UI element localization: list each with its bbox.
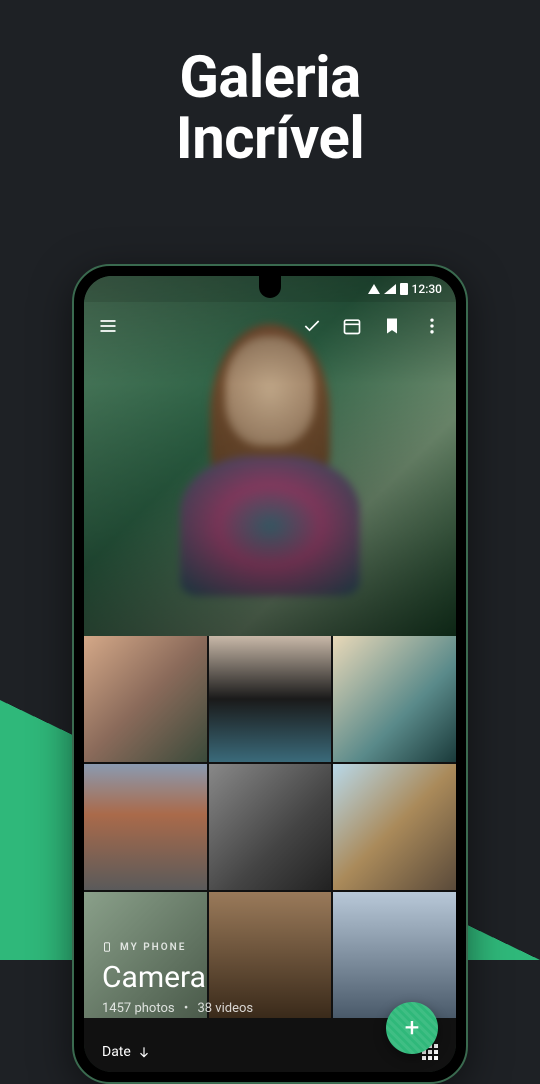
more-icon[interactable] [422,316,442,336]
wifi-icon [368,284,380,294]
plus-icon: + [405,1013,420,1043]
menu-icon[interactable] [98,316,118,336]
phone-notch [259,276,281,298]
phone-device-icon [102,940,112,954]
calendar-icon[interactable] [342,316,362,336]
sort-bar: Date [102,1044,438,1060]
album-sep: • [184,1001,188,1016]
bookmark-icon[interactable] [382,316,402,336]
photo-thumbnail[interactable] [209,764,332,890]
status-time: 12:30 [412,282,442,296]
album-video-count: 38 videos [197,1001,253,1016]
photo-thumbnail[interactable] [333,764,456,890]
album-title: Camera [102,960,253,995]
sort-label: Date [102,1044,131,1060]
signal-icon [384,284,396,294]
photo-thumbnail[interactable] [84,764,207,890]
photo-thumbnail[interactable] [84,636,207,762]
headline-line2: Incrível [0,109,540,170]
phone-screen: 12:30 [84,276,456,1072]
promo-headline: Galeria Incrível [0,48,540,170]
photo-thumbnail[interactable] [333,636,456,762]
battery-icon [400,283,408,295]
album-meta: MY PHONE Camera 1457 photos • 38 videos [102,940,253,1016]
sort-button[interactable]: Date [102,1044,151,1060]
album-location-label: MY PHONE [120,942,186,953]
fab-add-button[interactable]: + [386,1002,438,1054]
photo-thumbnail[interactable] [333,892,456,1018]
photo-thumbnail[interactable] [209,636,332,762]
album-location: MY PHONE [102,940,253,954]
headline-line1: Galeria [0,48,540,109]
arrow-down-icon [137,1045,151,1059]
album-photo-count: 1457 photos [102,1001,175,1016]
check-icon[interactable] [302,316,322,336]
phone-frame: 12:30 [72,264,468,1084]
album-counts: 1457 photos • 38 videos [102,1001,253,1016]
app-toolbar [84,304,456,348]
